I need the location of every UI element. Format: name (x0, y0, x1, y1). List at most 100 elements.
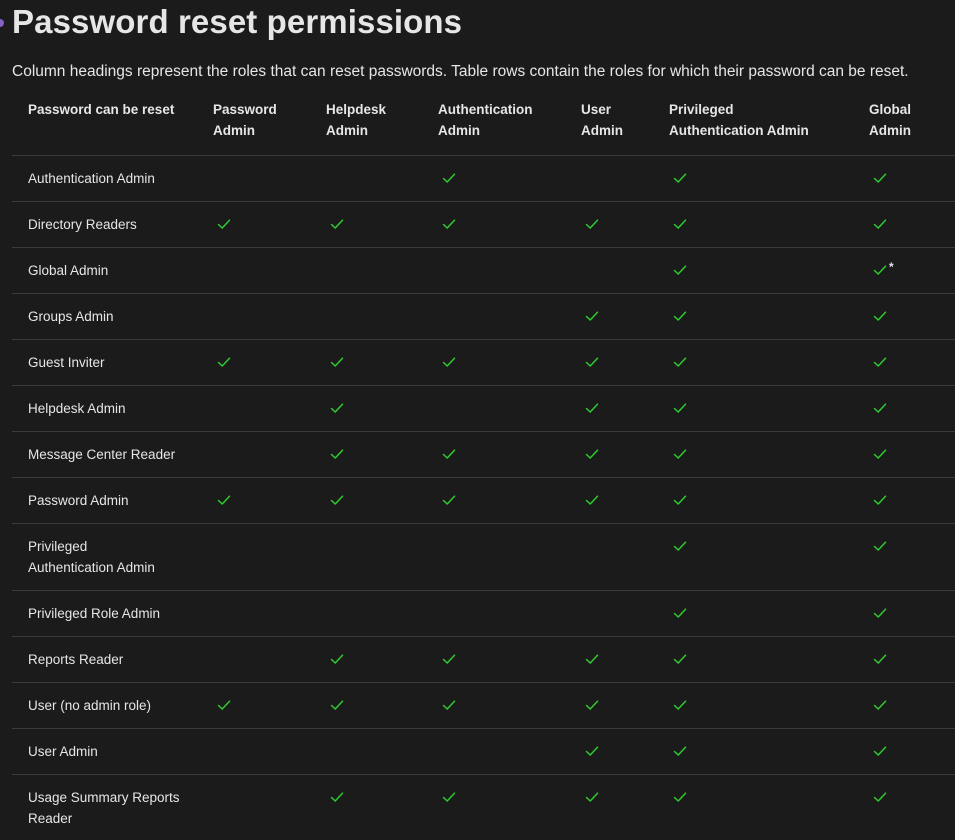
permission-cell-password-admin (197, 155, 310, 202)
checkmark-icon (330, 652, 344, 666)
permission-cell-password-admin (197, 247, 310, 294)
permission-cell-helpdesk-admin (310, 293, 422, 340)
permission-cell-privileged-authentication-admin (653, 247, 853, 294)
checkmark-icon (673, 309, 687, 323)
column-header-line: Admin (213, 123, 255, 138)
row-role-name: Authentication Admin (12, 155, 197, 202)
checkmark-icon (442, 447, 456, 461)
checkmark-icon (217, 355, 231, 369)
permission-cell-privileged-authentication-admin (653, 682, 853, 729)
checkmark-icon (442, 652, 456, 666)
checkmark-icon (673, 263, 687, 277)
permission-cell-user-admin (565, 247, 653, 294)
checkmark-icon (873, 355, 887, 369)
permission-cell-helpdesk-admin (310, 774, 422, 840)
permission-cell-password-admin (197, 728, 310, 775)
table-row: Guest Inviter (12, 339, 955, 386)
checkmark-icon (873, 698, 887, 712)
checkmark-icon (673, 539, 687, 553)
row-role-line: Global Admin (28, 263, 109, 278)
permission-cell-user-admin (565, 431, 653, 478)
permission-cell-privileged-authentication-admin (653, 728, 853, 775)
permission-cell-privileged-authentication-admin (653, 293, 853, 340)
permission-cell-privileged-authentication-admin (653, 431, 853, 478)
permission-cell-password-admin (197, 201, 310, 248)
permission-cell-global-admin (853, 682, 955, 729)
column-header-line: Helpdesk (326, 102, 387, 117)
checkmark-icon (873, 790, 887, 804)
checkmark-icon (442, 171, 456, 185)
permission-cell-authentication-admin (422, 201, 565, 248)
permission-cell-user-admin (565, 636, 653, 683)
permission-cell-password-admin (197, 477, 310, 524)
column-header-line: Privileged (669, 102, 734, 117)
row-role-line: Password Admin (28, 493, 129, 508)
permission-cell-user-admin (565, 523, 653, 591)
table-row: Groups Admin (12, 293, 955, 340)
column-header-line: Admin (326, 123, 368, 138)
checkmark-icon (585, 309, 599, 323)
checkmark-icon (442, 493, 456, 507)
checkmark-icon (585, 790, 599, 804)
checkmark-icon (217, 217, 231, 231)
column-header-line: Authentication Admin (669, 123, 809, 138)
permission-cell-authentication-admin (422, 339, 565, 386)
permission-cell-helpdesk-admin (310, 385, 422, 432)
checkmark-icon (873, 263, 887, 277)
permission-cell-helpdesk-admin (310, 247, 422, 294)
checkmark-icon (330, 217, 344, 231)
checkmark-icon (873, 539, 887, 553)
checkmark-icon (330, 493, 344, 507)
checkmark-icon (673, 606, 687, 620)
checkmark-icon (873, 493, 887, 507)
permission-cell-user-admin (565, 590, 653, 637)
checkmark-icon (873, 401, 887, 415)
permission-cell-password-admin (197, 774, 310, 840)
permission-cell-privileged-authentication-admin (653, 523, 853, 591)
permission-cell-authentication-admin (422, 477, 565, 524)
checkmark-icon (873, 447, 887, 461)
checkmark-icon (673, 447, 687, 461)
permission-cell-helpdesk-admin (310, 636, 422, 683)
permission-cell-helpdesk-admin (310, 155, 422, 202)
row-role-name: Message Center Reader (12, 431, 197, 478)
permission-cell-global-admin (853, 728, 955, 775)
row-role-line: Message Center Reader (28, 447, 176, 462)
checkmark-icon (585, 217, 599, 231)
permission-cell-privileged-authentication-admin (653, 385, 853, 432)
table-row: User Admin (12, 728, 955, 775)
permission-cell-privileged-authentication-admin (653, 774, 853, 840)
permission-cell-authentication-admin (422, 636, 565, 683)
checkmark-icon (873, 652, 887, 666)
intro-text: Column headings represent the roles that… (12, 63, 909, 80)
row-role-line: Guest Inviter (28, 355, 105, 370)
row-role-line: Authentication Admin (28, 171, 155, 186)
table-row: Message Center Reader (12, 431, 955, 478)
checkmark-icon (585, 355, 599, 369)
checkmark-icon (673, 355, 687, 369)
table-row: Privileged Role Admin (12, 590, 955, 637)
column-header-line: Password (213, 102, 277, 117)
permission-cell-password-admin (197, 431, 310, 478)
permission-cell-privileged-authentication-admin (653, 201, 853, 248)
permission-cell-user-admin (565, 385, 653, 432)
page-title: Password reset permissions (12, 3, 463, 40)
permission-cell-authentication-admin (422, 431, 565, 478)
column-header-line: Password can be reset (28, 102, 175, 117)
permission-cell-helpdesk-admin (310, 590, 422, 637)
checkmark-icon (585, 652, 599, 666)
checkmark-icon (873, 309, 887, 323)
column-header-user-admin: User Admin (565, 89, 653, 156)
footnote-asterisk: * (889, 260, 894, 274)
checkmark-icon (442, 217, 456, 231)
permission-cell-authentication-admin (422, 682, 565, 729)
table-row: Global Admin * (12, 247, 955, 294)
row-role-line: Reader (28, 811, 73, 826)
table-row: Reports Reader (12, 636, 955, 683)
permission-cell-global-admin (853, 477, 955, 524)
permission-cell-global-admin (853, 590, 955, 637)
permission-cell-authentication-admin (422, 385, 565, 432)
checkmark-icon (673, 698, 687, 712)
checkmark-icon (330, 698, 344, 712)
column-header-helpdesk-admin: Helpdesk Admin (310, 89, 422, 156)
